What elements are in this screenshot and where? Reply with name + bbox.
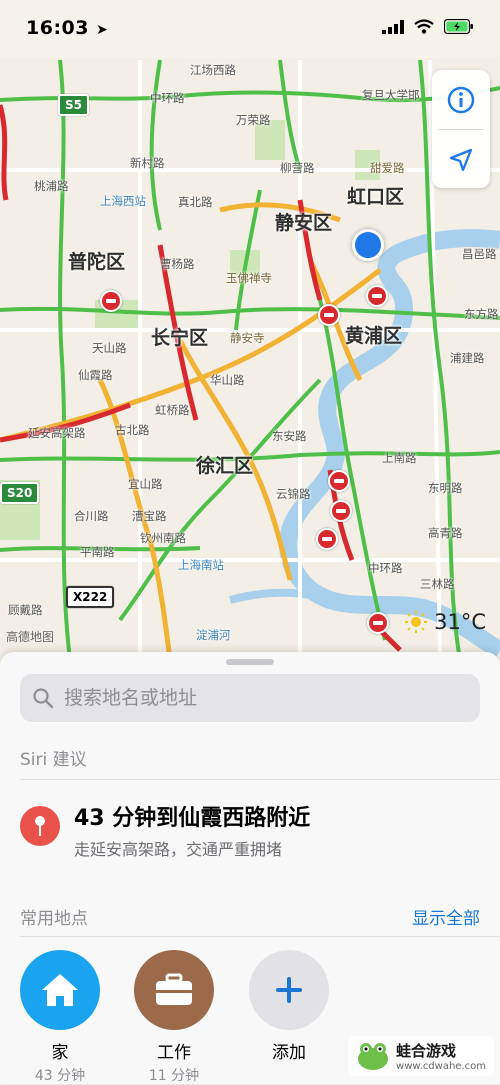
road-closure-icon[interactable] xyxy=(328,470,350,492)
pin-icon xyxy=(20,806,60,846)
road-label: 东明路 xyxy=(428,481,463,495)
road-label: 东安路 xyxy=(272,429,307,443)
status-icons xyxy=(382,19,474,34)
road-label: 真北路 xyxy=(178,195,213,209)
poi-label: 上海南站 xyxy=(178,558,224,572)
road-label: 万荣路 xyxy=(236,113,271,127)
road-closure-icon[interactable] xyxy=(367,612,389,634)
poi-label: 玉佛禅寺 xyxy=(226,271,272,285)
siri-suggestions-title: Siri 建议 xyxy=(20,750,87,770)
map-controls xyxy=(432,70,490,188)
road-label: 顾戴路 xyxy=(8,603,43,617)
road-shield: X222 xyxy=(66,586,115,608)
road-label: 虹桥路 xyxy=(155,403,190,417)
road-label: 合川路 xyxy=(74,509,109,523)
road-label: 钦州南路 xyxy=(140,531,186,545)
highway-shield: S20 xyxy=(0,482,40,504)
road-label: 平南路 xyxy=(80,545,115,559)
siri-suggestion-subtitle: 走延安高架路，交通严重拥堵 xyxy=(74,840,283,859)
sheet-grabber[interactable] xyxy=(226,659,274,665)
road-label: 天山路 xyxy=(92,341,127,355)
road-label: 昌邑路 xyxy=(462,247,497,261)
road-label: 复旦大学邯 xyxy=(362,88,420,102)
search-input[interactable] xyxy=(62,686,466,710)
show-all-link[interactable]: 显示全部 xyxy=(412,904,480,929)
search-icon xyxy=(33,688,54,709)
plus-icon xyxy=(249,950,329,1030)
poi-label: 甜爱路 xyxy=(370,161,405,175)
road-label: 东方路 xyxy=(464,307,499,321)
status-bar: 16:03 ➤ xyxy=(0,0,500,58)
road-label: 桃浦路 xyxy=(34,179,69,193)
road-label: 中环路 xyxy=(368,561,403,575)
frog-logo-icon xyxy=(358,1043,389,1070)
road-closure-icon[interactable] xyxy=(366,285,388,307)
status-time: 16:03 ➤ xyxy=(26,17,109,39)
road-label: 三林路 xyxy=(420,577,455,591)
district-label: 徐汇区 xyxy=(196,455,254,477)
map-view[interactable]: 虹口区 静安区 普陀区 长宁区 黄浦区 徐汇区 江场西路 中环路 复旦大学邯 万… xyxy=(0,0,500,660)
favorite-label: 添加 xyxy=(272,1043,306,1063)
road-label: 浦建路 xyxy=(450,351,485,365)
road-closure-icon[interactable] xyxy=(100,290,122,312)
road-closure-icon[interactable] xyxy=(316,528,338,550)
road-label: 宜山路 xyxy=(128,477,163,491)
favorites-title: 常用地点 xyxy=(20,909,88,929)
road-label: 江场西路 xyxy=(190,63,236,77)
weather-widget: 31°C xyxy=(404,610,486,634)
watermark-url: www.cdwahe.com xyxy=(396,1061,486,1072)
road-label: 云锦路 xyxy=(276,487,311,501)
locate-button[interactable] xyxy=(432,130,490,189)
road-label: 漕宝路 xyxy=(132,509,167,523)
road-label: 延安高架路 xyxy=(28,426,86,440)
location-arrow-icon xyxy=(449,148,473,171)
siri-suggestion-title: 43 分钟到仙霞西路附近 xyxy=(74,806,311,831)
road-label: 古北路 xyxy=(115,423,150,437)
road-label: 曹杨路 xyxy=(160,257,195,271)
favorite-eta: 11 分钟 xyxy=(148,1068,200,1084)
divider xyxy=(20,936,500,937)
weather-temp: 31°C xyxy=(434,610,486,634)
map-attribution: 高德地图 xyxy=(6,630,55,644)
sun-icon xyxy=(405,611,428,633)
district-label: 长宁区 xyxy=(151,327,209,349)
road-label: 高青路 xyxy=(428,526,463,540)
river-label: 淀浦河 xyxy=(196,628,231,642)
briefcase-icon xyxy=(134,950,214,1030)
district-label: 普陀区 xyxy=(68,251,126,273)
current-location-icon[interactable] xyxy=(352,229,384,261)
road-label: 柳营路 xyxy=(280,161,315,175)
favorite-label: 家 xyxy=(51,1043,69,1063)
info-icon xyxy=(447,86,475,113)
road-label: 华山路 xyxy=(210,373,245,387)
poi-label: 静安寺 xyxy=(230,331,265,345)
poi-label: 上海西站 xyxy=(100,194,146,208)
favorite-work[interactable]: 工作 11 分钟 xyxy=(124,950,224,1085)
road-label: 新村路 xyxy=(130,156,165,170)
watermark-name: 蛙合游戏 xyxy=(396,1042,457,1060)
bottom-sheet[interactable]: Siri 建议 43 分钟到仙霞西路附近 走延安高架路，交通严重拥堵 常用地点 … xyxy=(0,652,500,1084)
road-label: 仙霞路 xyxy=(78,368,113,382)
favorite-label: 工作 xyxy=(157,1043,191,1063)
district-label: 黄浦区 xyxy=(345,325,403,347)
battery-charging-icon xyxy=(444,19,473,34)
district-label: 静安区 xyxy=(275,212,333,234)
search-bar[interactable] xyxy=(20,674,480,722)
wifi-icon xyxy=(414,19,434,34)
info-button[interactable] xyxy=(432,70,490,129)
road-closure-icon[interactable] xyxy=(330,500,352,522)
favorite-add[interactable]: 添加 xyxy=(239,950,339,1063)
divider xyxy=(20,779,500,780)
highway-shield: S5 xyxy=(58,94,89,116)
road-closure-icon[interactable] xyxy=(318,304,340,326)
cellular-signal-icon xyxy=(382,19,404,34)
road-label: 中环路 xyxy=(150,91,185,105)
home-icon xyxy=(20,950,100,1030)
favorite-home[interactable]: 家 43 分钟 xyxy=(10,950,110,1085)
road-label: 上南路 xyxy=(382,451,417,465)
watermark: 蛙合游戏 www.cdwahe.com xyxy=(348,1036,494,1076)
district-label: 虹口区 xyxy=(347,186,405,208)
siri-suggestion-row[interactable]: 43 分钟到仙霞西路附近 走延安高架路，交通严重拥堵 xyxy=(0,792,500,868)
favorite-eta: 43 分钟 xyxy=(34,1068,86,1084)
